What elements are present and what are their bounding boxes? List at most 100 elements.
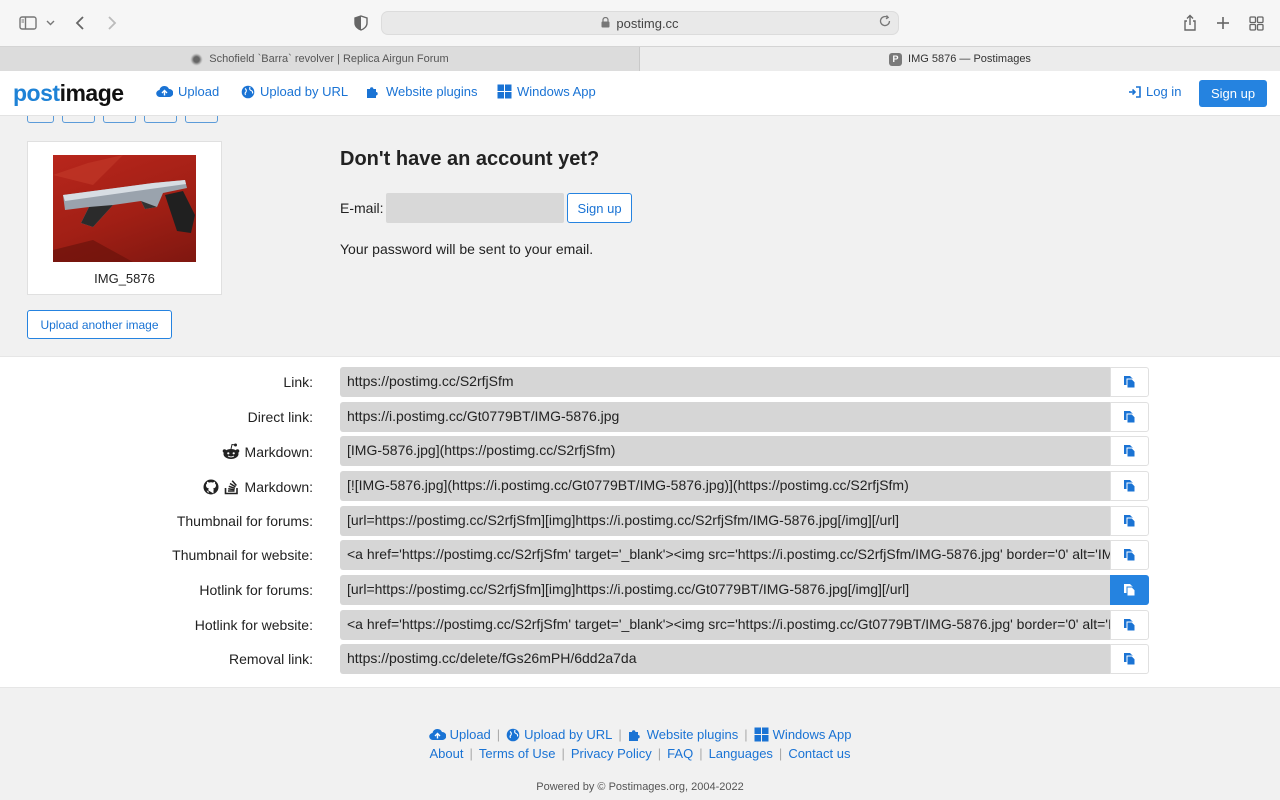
copy-icon <box>1124 549 1136 562</box>
footer-contact[interactable]: Contact us <box>788 746 850 761</box>
scrolled-button[interactable] <box>185 116 218 123</box>
copy-button[interactable] <box>1110 506 1149 536</box>
footer-faq[interactable]: FAQ <box>667 746 693 761</box>
uploaded-image-thumbnail[interactable] <box>53 155 196 262</box>
footer-secondary-links: About | Terms of Use | Privacy Policy | … <box>429 746 851 761</box>
link-row: Markdown: [![IMG-5876.jpg](https://i.pos… <box>0 471 1280 501</box>
tab-postimages[interactable]: P IMG 5876 — Postimages <box>640 47 1280 71</box>
nav-windows-app-label: Windows App <box>517 84 596 99</box>
link-label: Removal link: <box>228 651 313 667</box>
link-row: Thumbnail for website: <a href='https://… <box>0 540 1280 570</box>
navbar-signup-button[interactable]: Sign up <box>1199 80 1267 107</box>
link-row: Hotlink for website: <a href='https://po… <box>0 610 1280 640</box>
footer-windows-app[interactable]: Windows App <box>754 727 851 742</box>
privacy-shield-icon[interactable] <box>352 11 370 35</box>
copy-icon <box>1124 445 1136 458</box>
reload-icon[interactable] <box>878 14 892 31</box>
copy-button[interactable] <box>1110 540 1149 570</box>
postimages-favicon-icon: P <box>889 52 903 66</box>
password-note: Your password will be sent to your email… <box>340 241 594 257</box>
login-link[interactable]: Log in <box>1128 84 1181 99</box>
browser-toolbar: postimg.cc <box>0 0 1280 46</box>
forum-favicon-icon <box>190 52 204 66</box>
hotlink-forums-field[interactable]: [url=https://postimg.cc/S2rfjSfm][img]ht… <box>340 575 1110 605</box>
windows-icon <box>754 727 769 742</box>
copy-icon <box>1124 584 1136 597</box>
cloud-upload-icon <box>156 85 173 98</box>
copy-button[interactable] <box>1110 436 1149 466</box>
pistol-photo-icon <box>53 155 195 262</box>
sidebar-toggle-icon[interactable] <box>17 11 39 35</box>
copy-icon <box>1124 619 1136 632</box>
tab-bar: Schofield `Barra` revolver | Replica Air… <box>0 46 1280 71</box>
nav-upload[interactable]: Upload <box>156 84 219 99</box>
link-label: Link: <box>283 374 313 390</box>
footer-languages[interactable]: Languages <box>709 746 773 761</box>
footer-about[interactable]: About <box>430 746 464 761</box>
footer-upload-by-url[interactable]: Upload by URL <box>506 727 612 742</box>
sign-in-icon <box>1129 85 1141 98</box>
copy-button[interactable] <box>1110 402 1149 432</box>
tab-overview-icon[interactable] <box>1247 11 1265 35</box>
signup-button[interactable]: Sign up <box>567 193 632 223</box>
chevron-down-icon[interactable] <box>44 11 56 35</box>
email-label: E-mail: <box>340 200 384 216</box>
account-heading: Don't have an account yet? <box>340 148 600 170</box>
nav-upload-label: Upload <box>178 84 220 99</box>
copy-icon <box>1124 376 1136 389</box>
logo-part-image: image <box>59 80 124 106</box>
login-label: Log in <box>1146 84 1182 99</box>
copy-button[interactable] <box>1110 610 1149 640</box>
footer-upload[interactable]: Upload <box>428 727 491 742</box>
markdown-github-field[interactable]: [![IMG-5876.jpg](https://i.postimg.cc/Gt… <box>340 471 1110 501</box>
share-icon[interactable] <box>1181 11 1199 35</box>
scrolled-button[interactable] <box>103 116 136 123</box>
lock-icon <box>601 16 610 31</box>
footer-privacy[interactable]: Privacy Policy <box>571 746 652 761</box>
copy-button[interactable] <box>1110 367 1149 397</box>
removal-link-field[interactable]: https://postimg.cc/delete/fGs26mPH/6dd2a… <box>340 644 1110 674</box>
nav-windows-app[interactable]: Windows App <box>497 84 596 99</box>
forward-icon[interactable] <box>104 11 120 35</box>
nav-upload-by-url[interactable]: Upload by URL <box>241 84 348 99</box>
new-tab-icon[interactable] <box>1214 11 1232 35</box>
email-input[interactable] <box>386 193 564 223</box>
copy-button[interactable] <box>1110 644 1149 674</box>
copy-button-active[interactable] <box>1110 575 1149 605</box>
scrolled-button[interactable] <box>27 116 54 123</box>
footer-main-links: Upload | Upload by URL | Website plugins… <box>0 727 1280 742</box>
copy-icon <box>1124 480 1136 493</box>
scrolled-button[interactable] <box>62 116 95 123</box>
link-row: Link: https://postimg.cc/S2rfjSfm <box>0 367 1280 397</box>
nav-website-plugins[interactable]: Website plugins <box>366 84 478 99</box>
footer-terms[interactable]: Terms of Use <box>479 746 556 761</box>
hotlink-website-field[interactable]: <a href='https://postimg.cc/S2rfjSfm' ta… <box>340 610 1110 640</box>
footer-website-plugins[interactable]: Website plugins <box>628 727 738 742</box>
upload-another-image-button[interactable]: Upload another image <box>27 310 172 339</box>
direct-link-field[interactable]: https://i.postimg.cc/Gt0779BT/IMG-5876.j… <box>340 402 1110 432</box>
link-row: Thumbnail for forums: [url=https://posti… <box>0 506 1280 536</box>
link-row: Removal link: https://postimg.cc/delete/… <box>0 644 1280 674</box>
copy-icon <box>1124 515 1136 528</box>
back-icon[interactable] <box>72 11 88 35</box>
copy-icon <box>1124 653 1136 666</box>
windows-icon <box>497 84 512 99</box>
tab-replica-airgun-forum[interactable]: Schofield `Barra` revolver | Replica Air… <box>0 47 640 71</box>
link-label: Hotlink for forums: <box>199 582 313 598</box>
link-row: Hotlink for forums: [url=https://postimg… <box>0 575 1280 605</box>
thumbnail-forums-field[interactable]: [url=https://postimg.cc/S2rfjSfm][img]ht… <box>340 506 1110 536</box>
markdown-reddit-field[interactable]: [IMG-5876.jpg](https://postimg.cc/S2rfjS… <box>340 436 1110 466</box>
link-row: Markdown: [IMG-5876.jpg](https://postimg… <box>0 436 1280 466</box>
postimage-logo[interactable]: postimage <box>13 80 124 107</box>
scrolled-button[interactable] <box>144 116 177 123</box>
site-navbar: postimage Upload Upload by URL Website p… <box>0 71 1280 116</box>
puzzle-icon <box>628 730 640 741</box>
address-bar[interactable]: postimg.cc <box>381 11 899 35</box>
tab-title: IMG 5876 — Postimages <box>908 53 1031 65</box>
reddit-icon <box>222 443 240 460</box>
scrolled-buttons-row <box>27 116 226 123</box>
copy-button[interactable] <box>1110 471 1149 501</box>
link-field[interactable]: https://postimg.cc/S2rfjSfm <box>340 367 1110 397</box>
github-icon <box>203 479 219 495</box>
thumbnail-website-field[interactable]: <a href='https://postimg.cc/S2rfjSfm' ta… <box>340 540 1110 570</box>
